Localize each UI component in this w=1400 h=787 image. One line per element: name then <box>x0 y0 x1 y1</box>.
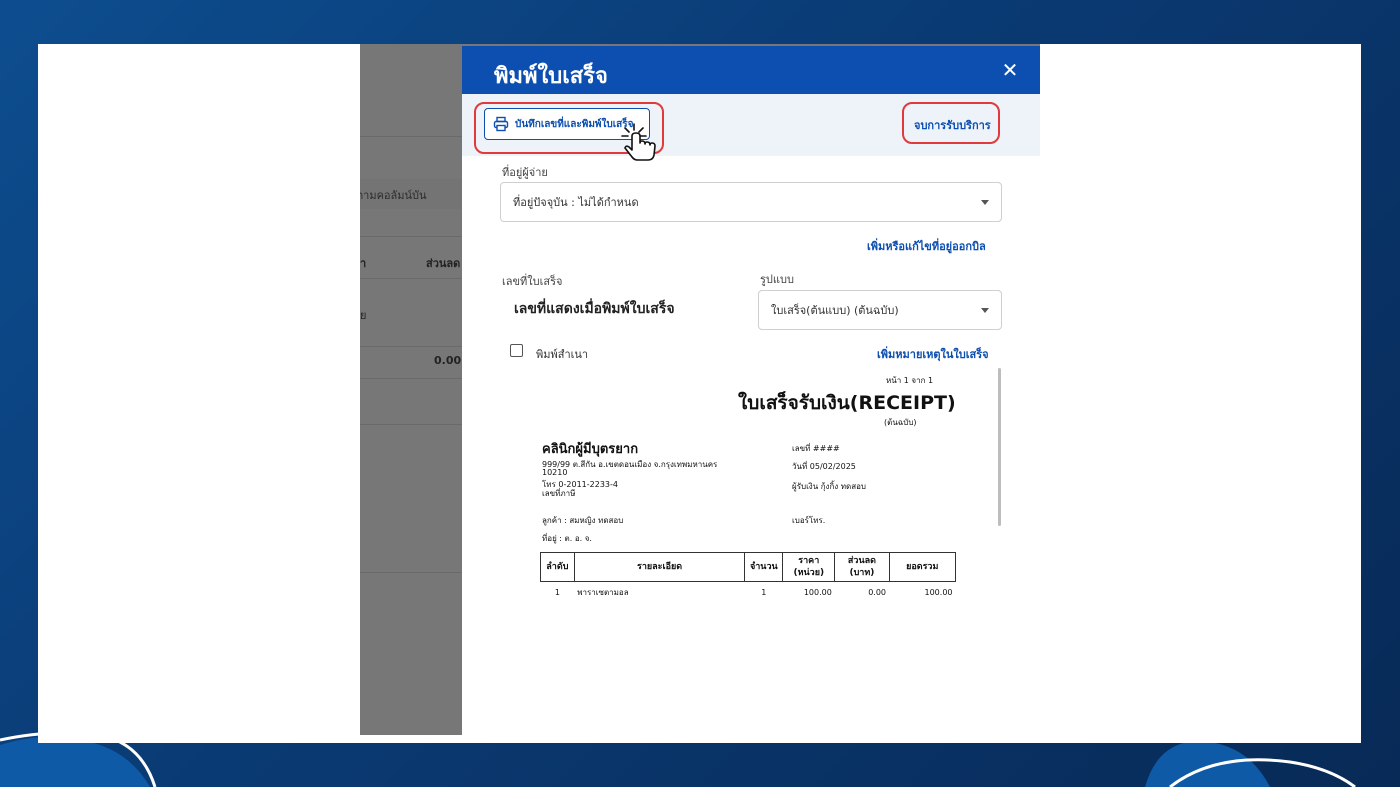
item-detail: พาราเซตามอล <box>577 588 629 597</box>
modal-title: พิมพ์ใบเสร็จ <box>494 64 608 89</box>
col-detail-header: รายละเอียด <box>573 552 746 582</box>
table-row: 1 พาราเซตามอล 1 100.00 0.00 100.00 <box>541 582 956 604</box>
item-qty: 1 <box>761 588 767 597</box>
receipt-no: เลขที่ #### <box>792 444 840 453</box>
preview-scrollbar[interactable] <box>998 368 1001 526</box>
col-no-header: ลำดับ <box>540 552 575 582</box>
highlight-end-service <box>902 102 1000 144</box>
receipt-title: ใบเสร็จรับเงิน(RECEIPT) <box>738 392 956 414</box>
format-label: รูปแบบ <box>760 273 794 286</box>
close-icon: ✕ <box>1001 58 1019 82</box>
bg-text-column: ตามคอลัมน์บัน <box>360 189 427 202</box>
item-discount: 0.00 <box>868 588 887 597</box>
receipt-date: วันที่ 05/02/2025 <box>792 462 856 471</box>
item-no: 1 <box>554 588 560 597</box>
receipt-subtitle: (ต้นฉบับ) <box>884 418 917 427</box>
print-copy-label: พิมพ์สำเนา <box>536 348 589 361</box>
format-value: ใบเสร็จ(ต้นแบบ) (ต้นฉบับ) <box>771 304 899 317</box>
screenshot-slide: ตามคอลัมน์บัน า ส่วนลด ย 0.00 พิมพ์ใบเสร… <box>38 44 1361 743</box>
bg-col-discount: ส่วนลด <box>426 257 461 270</box>
print-receipt-modal: พิมพ์ใบเสร็จ ✕ บันทึกเลขที่และพิมพ์ใบเสร… <box>462 46 1040 735</box>
customer-phone: เบอร์โทร. <box>792 516 826 525</box>
clinic-tax-id: เลขที่ภาษี <box>542 489 576 498</box>
receipt-number-label: เลขที่ใบเสร็จ <box>502 275 563 288</box>
receipt-preview: หน้า 1 จาก 1 ใบเสร็จรับเงิน(RECEIPT) (ต้… <box>522 374 992 734</box>
item-price: 100.00 <box>803 588 832 597</box>
receipt-number-value: เลขที่แสดงเมื่อพิมพ์ใบเสร็จ <box>514 301 675 317</box>
clinic-name: คลินิกผู้มีบุตรยาก <box>542 442 639 457</box>
receipt-items-table: ลำดับ รายละเอียด จำนวน ราคา (หน่วย) ส่วน… <box>540 552 957 604</box>
bg-col-a: า <box>360 257 367 270</box>
customer-address: ที่อยู่ : ต. อ. จ. <box>542 534 592 543</box>
table-header-row: ลำดับ รายละเอียด จำนวน ราคา (หน่วย) ส่วน… <box>540 552 957 582</box>
pointer-hand-icon <box>621 123 656 161</box>
receipt-receiver: ผู้รับเงิน กุ้งกิ้ง ทดสอบ <box>792 482 866 491</box>
chevron-down-icon <box>981 308 989 313</box>
format-select[interactable]: ใบเสร็จ(ต้นแบบ) (ต้นฉบับ) <box>758 290 1002 330</box>
bg-text-row: ย <box>360 309 367 322</box>
item-total: 100.00 <box>924 588 953 597</box>
modal-header: พิมพ์ใบเสร็จ ✕ <box>462 46 1040 94</box>
customer-name: ลูกค้า : สมหญิง ทดสอบ <box>542 516 624 525</box>
payer-address-value: ที่อยู่ปัจจุบัน : ไม่ได้กำหนด <box>513 196 639 209</box>
col-total-header: ยอดรวม <box>888 552 957 582</box>
col-qty-header: จำนวน <box>744 552 784 582</box>
clinic-address-line2: 10210 <box>542 468 568 477</box>
edit-billing-address-link[interactable]: เพิ่มหรือแก้ไขที่อยู่ออกบิล <box>867 237 986 255</box>
payer-address-label: ที่อยู่ผู้จ่าย <box>502 166 548 179</box>
col-price-header: ราคา (หน่วย) <box>782 552 836 582</box>
col-discount-header: ส่วนลด (บาท) <box>834 552 890 582</box>
background-app: ตามคอลัมน์บัน า ส่วนลด ย 0.00 <box>360 44 462 735</box>
bg-value: 0.00 <box>434 354 462 367</box>
clinic-address-line1: 999/99 ต.สีกัน อ.เขตดอนเมือง จ.กรุงเทพมห… <box>542 460 718 469</box>
receipt-page-number: หน้า 1 จาก 1 <box>886 376 934 385</box>
add-receipt-note-link[interactable]: เพิ่มหมายเหตุในใบเสร็จ <box>877 345 989 363</box>
chevron-down-icon <box>981 200 989 205</box>
payer-address-select[interactable]: ที่อยู่ปัจจุบัน : ไม่ได้กำหนด <box>500 182 1002 222</box>
close-button[interactable]: ✕ <box>996 56 1024 84</box>
print-copy-checkbox[interactable] <box>510 344 523 357</box>
